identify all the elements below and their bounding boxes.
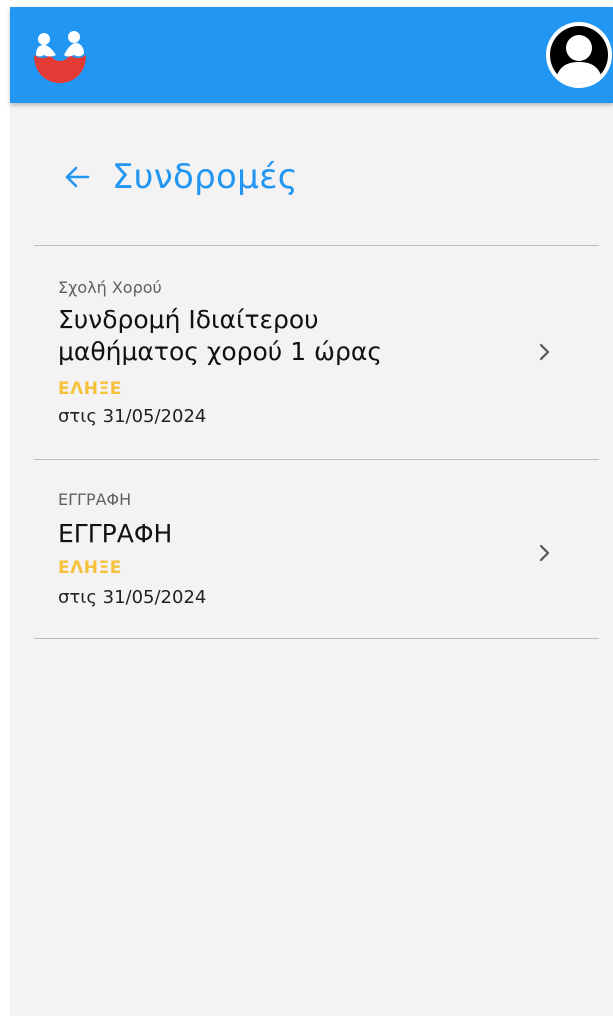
subscription-title: ΕΓΓΡΑΦΗ <box>58 518 172 550</box>
subscription-title-line: μαθήματος χορού 1 ώρας <box>58 337 382 366</box>
arrow-left-icon[interactable] <box>62 162 92 192</box>
chevron-right-icon <box>539 544 550 562</box>
account-avatar-icon[interactable] <box>545 21 613 89</box>
subscription-item-dance-lesson[interactable]: Σχολή Χορού Συνδρομή Ιδιαίτερου μαθήματο… <box>34 246 599 459</box>
app-screen: Συνδρομές Σχολή Χορού Συνδρομή Ιδιαίτερο… <box>10 7 613 1016</box>
subscription-title-line: Συνδρομή Ιδιαίτερου <box>58 305 319 334</box>
subscription-category: ΕΓΓΡΑΦΗ <box>58 490 132 509</box>
subscription-category: Σχολή Χορού <box>58 278 162 297</box>
top-app-bar <box>10 7 613 103</box>
logo-two-people-icon[interactable] <box>30 29 90 85</box>
subscription-date: στις 31/05/2024 <box>58 587 207 608</box>
subscription-date: στις 31/05/2024 <box>58 406 207 427</box>
subscription-title-line: ΕΓΓΡΑΦΗ <box>58 519 173 548</box>
subscription-item-registration[interactable]: ΕΓΓΡΑΦΗ ΕΓΓΡΑΦΗ ΕΛΗΞΕ στις 31/05/2024 <box>34 460 599 638</box>
divider <box>34 638 599 639</box>
status-badge: ΕΛΗΞΕ <box>58 379 122 399</box>
page-header: Συνδρομές <box>62 149 298 205</box>
subscription-title: Συνδρομή Ιδιαίτερου μαθήματος χορού 1 ώρ… <box>58 304 382 368</box>
status-badge: ΕΛΗΞΕ <box>58 558 122 578</box>
chevron-right-icon <box>539 343 550 361</box>
page-title: Συνδρομές <box>112 157 298 197</box>
